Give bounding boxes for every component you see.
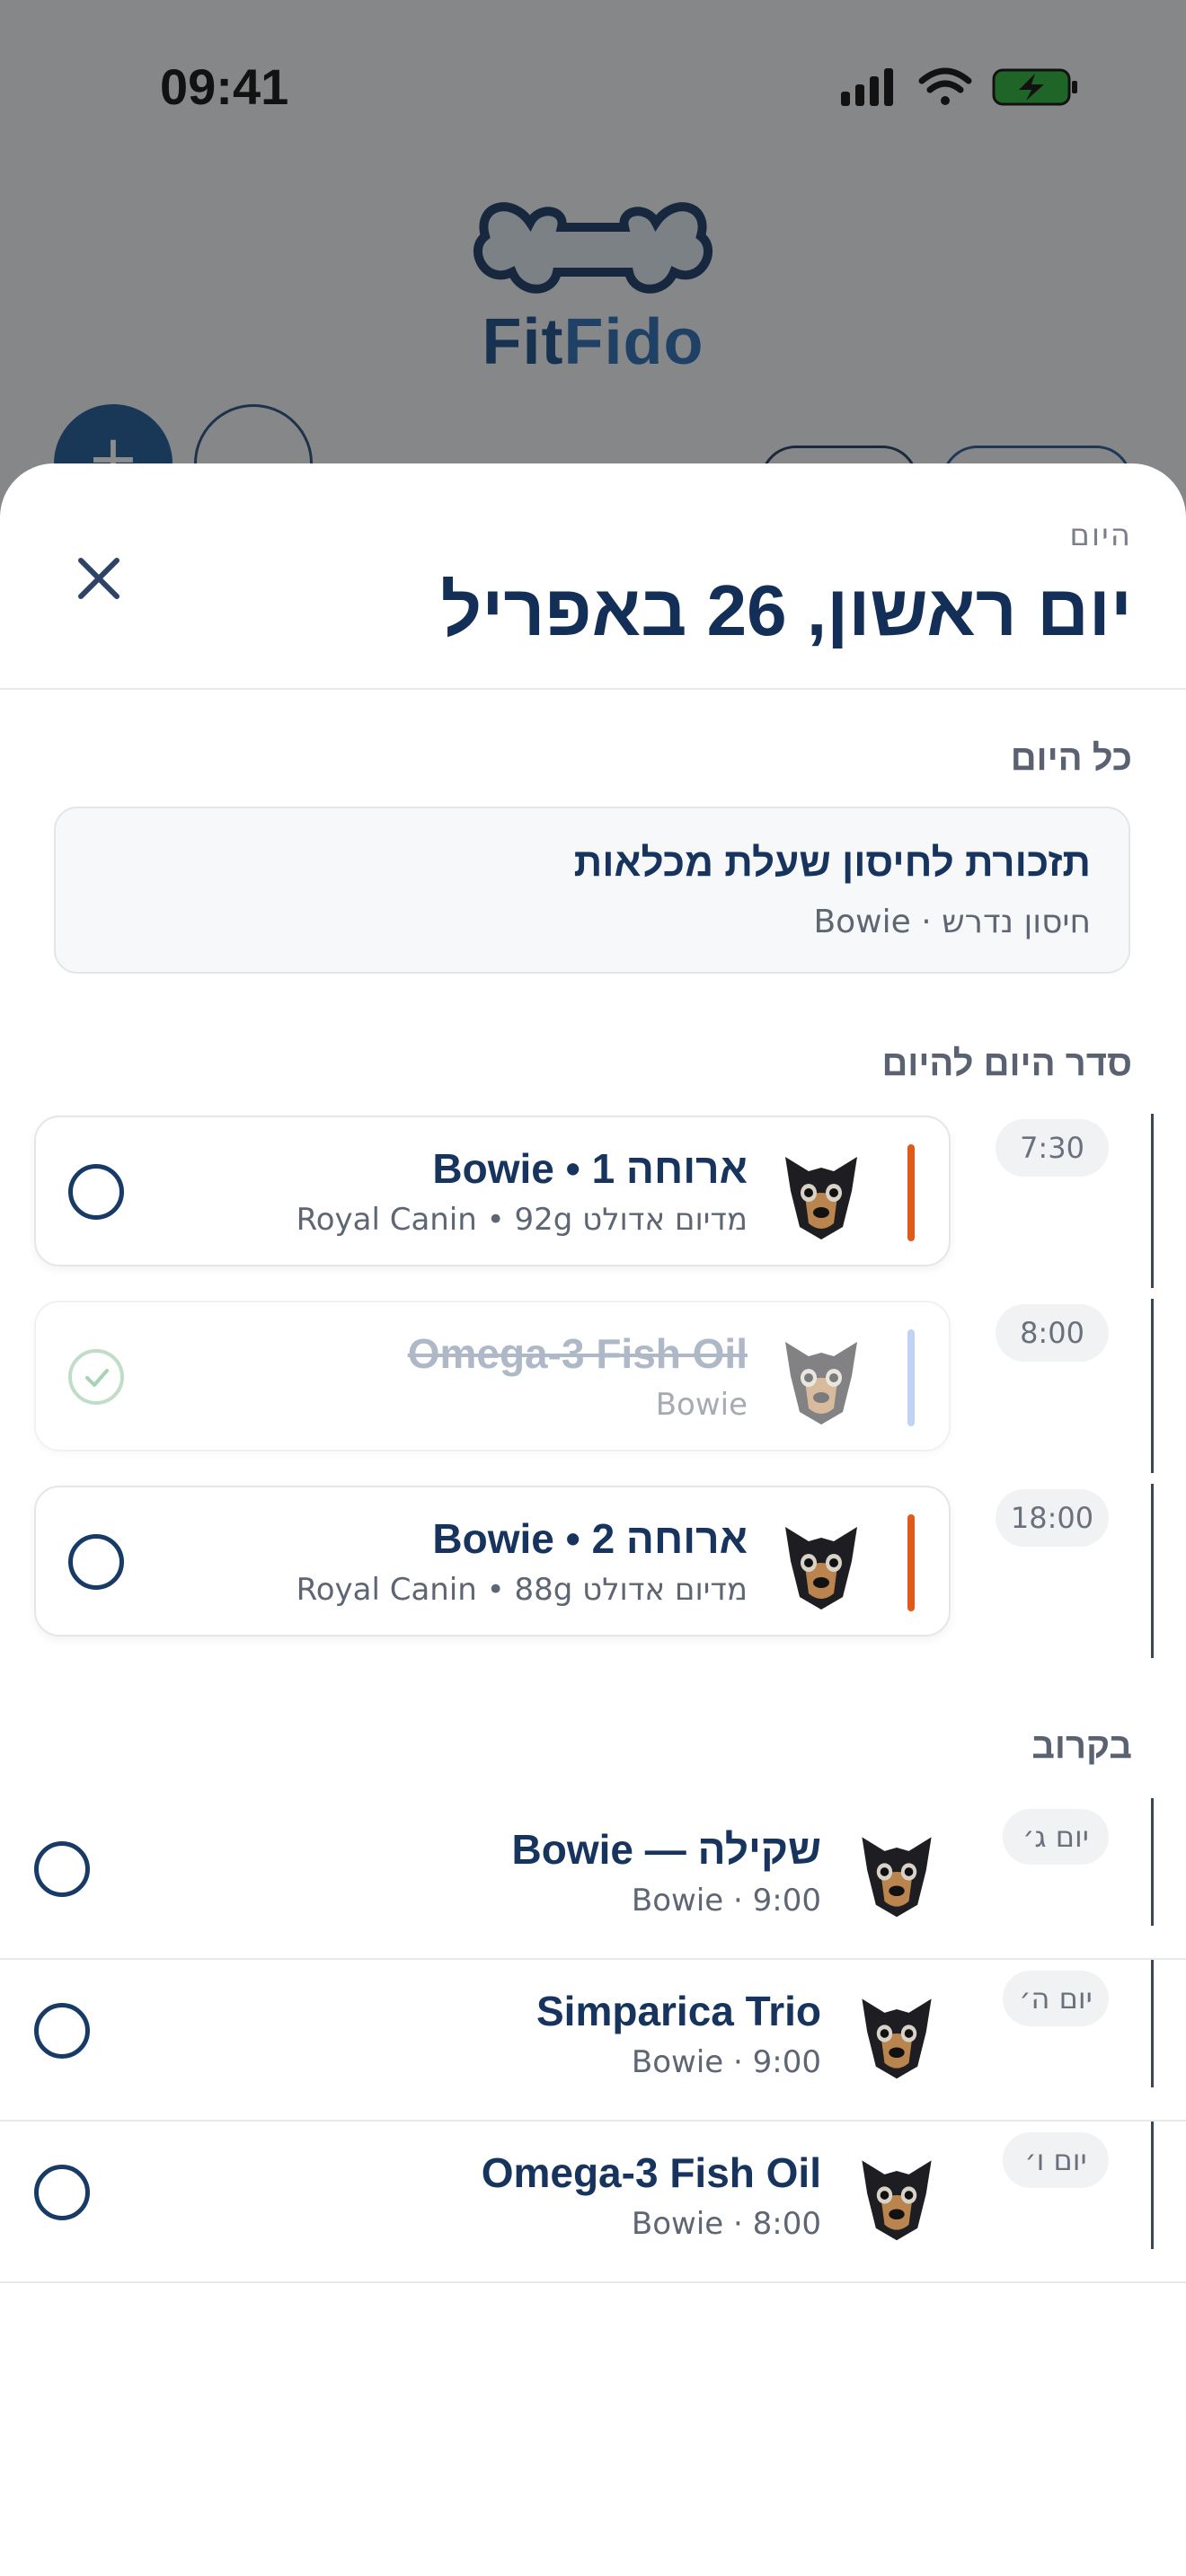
event-time: 8:00 bbox=[996, 1304, 1109, 1362]
upcoming-title: Omega-3 Fish Oil bbox=[481, 2149, 821, 2196]
dog-avatar bbox=[785, 1342, 857, 1425]
event-time: 7:30 bbox=[996, 1119, 1109, 1177]
timeline-line bbox=[1151, 1960, 1154, 2087]
dog-avatar bbox=[785, 1527, 857, 1610]
timeline-line bbox=[1151, 1798, 1154, 1926]
event-subtitle: מדיום אדולט Royal Canin • 88g bbox=[296, 1572, 748, 1608]
close-button[interactable] bbox=[70, 550, 128, 607]
event-time: 18:00 bbox=[996, 1489, 1109, 1547]
schedule-label: סדר היום להיום bbox=[881, 1044, 1132, 1083]
dog-avatar bbox=[862, 1998, 932, 2079]
schedule-event[interactable]: ארוחה 2 • Bowie מדיום אדולט Royal Canin … bbox=[34, 1486, 951, 1636]
complete-checkbox[interactable] bbox=[34, 2165, 90, 2220]
schedule-event[interactable]: ארוחה 1 • Bowie מדיום אדולט Royal Canin … bbox=[34, 1116, 951, 1266]
upcoming-title: שקילה — Bowie bbox=[511, 1826, 822, 1873]
upcoming-label: בקרוב bbox=[1031, 1726, 1132, 1766]
timeline-line bbox=[1151, 1299, 1154, 1473]
dog-avatar bbox=[862, 1837, 932, 1918]
reminder-subtitle: חיסון נדרש · Bowie bbox=[813, 904, 1091, 940]
upcoming-day: יום ה׳ bbox=[1003, 1971, 1109, 2026]
complete-checkbox[interactable] bbox=[68, 1349, 124, 1405]
upcoming-item[interactable]: יום ג׳ שקילה — Bowie Bowie · 9:00 bbox=[0, 1798, 1186, 1960]
reminder-title: תזכורת לחיסון שעלת מכלאות bbox=[573, 841, 1091, 885]
complete-checkbox[interactable] bbox=[34, 1841, 90, 1897]
complete-checkbox[interactable] bbox=[68, 1164, 124, 1220]
upcoming-subtitle: Bowie · 9:00 bbox=[631, 2044, 821, 2080]
sheet-title: יום ראשון, 26 באפריל bbox=[440, 570, 1132, 650]
header-divider bbox=[0, 688, 1186, 690]
event-accent-bar bbox=[907, 1144, 915, 1241]
upcoming-item[interactable]: יום ה׳ Simparica Trio Bowie · 9:00 bbox=[0, 1960, 1186, 2122]
timeline-line bbox=[1151, 1114, 1154, 1288]
dog-avatar bbox=[785, 1157, 857, 1239]
complete-checkbox[interactable] bbox=[34, 2003, 90, 2059]
row-divider bbox=[0, 2281, 1186, 2283]
sheet-kicker: היום bbox=[1069, 517, 1132, 553]
close-icon bbox=[78, 558, 119, 599]
event-title: ארוחה 1 • Bowie bbox=[432, 1145, 748, 1192]
event-title: Omega-3 Fish Oil bbox=[407, 1330, 748, 1377]
event-accent-bar bbox=[907, 1329, 915, 1426]
all-day-label: כל היום bbox=[1010, 738, 1132, 778]
upcoming-title: Simparica Trio bbox=[535, 1988, 821, 2034]
complete-checkbox[interactable] bbox=[68, 1534, 124, 1590]
upcoming-item[interactable]: יום ו׳ Omega-3 Fish Oil Bowie · 8:00 bbox=[0, 2122, 1186, 2283]
timeline-line bbox=[1151, 2122, 1154, 2249]
event-subtitle: Bowie bbox=[655, 1387, 748, 1423]
upcoming-subtitle: Bowie · 9:00 bbox=[631, 1883, 821, 1919]
check-icon bbox=[85, 1369, 109, 1387]
upcoming-day: יום ג׳ bbox=[1003, 1809, 1109, 1865]
event-accent-bar bbox=[907, 1514, 915, 1611]
reminder-card[interactable]: תזכורת לחיסון שעלת מכלאות חיסון נדרש · B… bbox=[54, 807, 1130, 974]
upcoming-day: יום ו׳ bbox=[1003, 2132, 1109, 2188]
timeline-line bbox=[1151, 1484, 1154, 1658]
schedule-event[interactable]: Omega-3 Fish Oil Bowie bbox=[34, 1301, 951, 1451]
dog-avatar bbox=[862, 2160, 932, 2241]
upcoming-subtitle: Bowie · 8:00 bbox=[631, 2206, 821, 2242]
event-title: ארוחה 2 • Bowie bbox=[432, 1515, 748, 1562]
today-sheet: היום יום ראשון, 26 באפריל כל היום תזכורת… bbox=[0, 463, 1186, 2576]
event-subtitle: מדיום אדולט Royal Canin • 92g bbox=[296, 1202, 748, 1238]
